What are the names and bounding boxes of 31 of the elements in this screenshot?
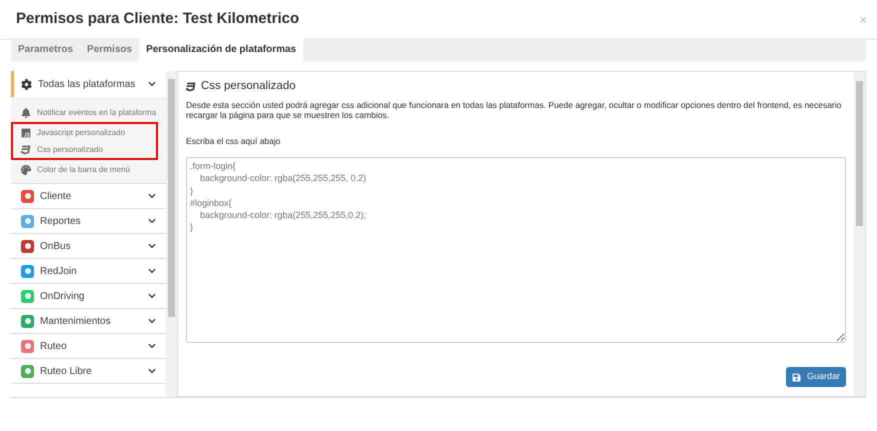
tab[interactable]: Parametros [11, 38, 80, 61]
code-editor[interactable]: .form-login{ background-color: rgba(255,255,255, 0.2) } #loginbox{ background-color: rgba(255,255,255,0.2); } [186, 157, 846, 343]
scrollbar[interactable] [166, 71, 177, 397]
gear-icon [21, 78, 32, 90]
chevron-icon [148, 342, 156, 350]
submenu-item[interactable]: Color de la barra de menú [11, 160, 158, 179]
submenu-item[interactable]: Css personalizado [11, 141, 158, 160]
submenu-item[interactable]: Javascript personalizado [11, 122, 158, 141]
chevron-icon [148, 217, 156, 225]
chevron-icon [148, 367, 156, 375]
tab[interactable]: Permisos [80, 38, 140, 61]
chevron-icon [148, 267, 156, 275]
chevron-icon [148, 242, 156, 250]
chevron-icon [148, 292, 156, 300]
description: Desde esta sección usted podrá agregar css adicional que funcionara en todas las plataformas. Puede agregar, ocultar o modificar opciones dentro del frontend, es necesario recargar la página para que se muestren los cambios. [186, 100, 842, 120]
save-icon [792, 372, 801, 382]
tab[interactable]: Personalización de plataformas [139, 38, 304, 61]
chevron-icon [148, 192, 156, 200]
save-button[interactable]: Guardar [786, 367, 846, 387]
field-label: Escriba el css aquí abajo [186, 135, 282, 148]
bell-icon [21, 108, 31, 118]
scrollbar[interactable] [854, 72, 865, 396]
window-title: Permisos para Cliente: Test Kilometrico [16, 9, 300, 30]
chevron-icon [148, 317, 156, 325]
palette-icon [21, 164, 31, 174]
section-title: Css personalizado [201, 79, 296, 94]
script-icon [21, 128, 31, 138]
submenu-item[interactable]: Notificar eventos en la plataforma [11, 103, 158, 122]
chevron-icon [148, 80, 156, 88]
shield-icon [186, 82, 196, 92]
shield-icon [21, 144, 31, 154]
